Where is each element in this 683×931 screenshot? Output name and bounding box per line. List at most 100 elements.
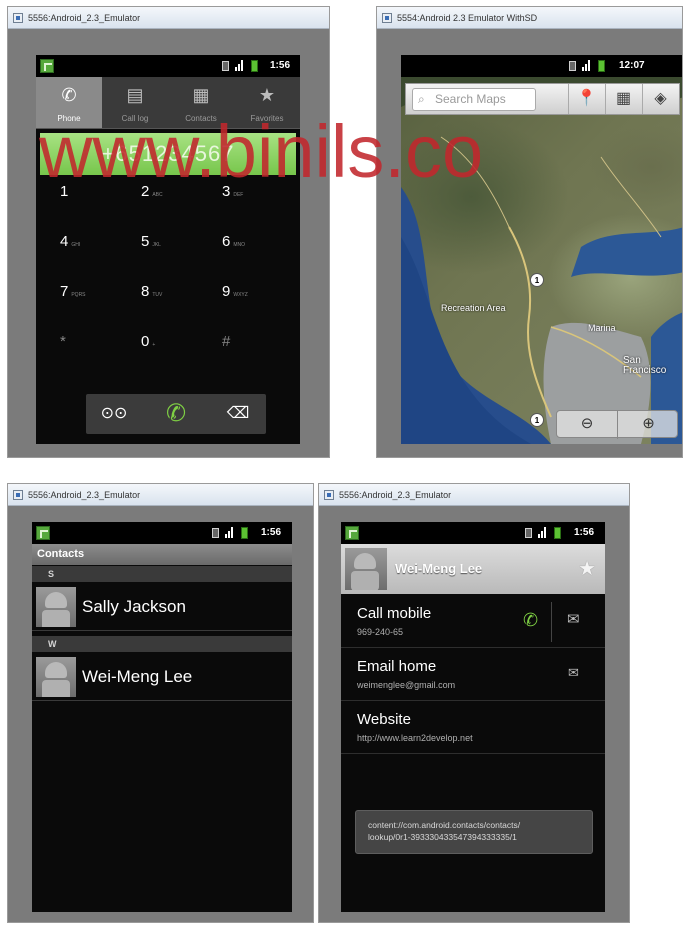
search-maps-field[interactable]: ⌕ Search Maps [412,88,536,111]
contact-row-sally-jackson[interactable]: Sally Jackson [32,583,292,631]
key-digit: 8 [141,283,150,300]
status-time: 1:56 [261,527,282,538]
call-mobile-row[interactable]: Call mobile 969-240-65 ✆ ✉ [341,596,605,648]
key-5[interactable]: 5 JKL [141,233,221,275]
dial-action-bar: ⊙⊙ ✆ ⌫ [86,394,266,434]
map-label-san-francisco: San Francisco [623,355,667,376]
key-hash[interactable]: # [222,333,300,375]
call-icon: ✆ [165,400,187,427]
window-icon [324,490,334,500]
sim-icon [222,61,229,71]
call-log-icon: ▤ [126,85,144,105]
window-title-bar[interactable]: 5556:Android_2.3_Emulator [8,7,329,29]
key-letters: MNO [233,242,246,248]
key-star[interactable]: * [60,333,140,375]
layers-button[interactable]: ▦ [605,84,641,114]
key-digit: 6 [222,233,231,250]
window-title-bar[interactable]: 5556:Android_2.3_Emulator [8,484,313,506]
key-9[interactable]: 9 WXYZ [222,283,300,325]
contact-header: Wei-Meng Lee ★ [341,544,605,594]
contact-row-wei-meng-lee[interactable]: Wei-Meng Lee [32,653,292,701]
status-bar: 12:07 [401,55,682,77]
row-title: Call mobile [357,605,432,622]
call-button[interactable]: ✆ [148,394,204,434]
voicemail-icon: ⊙⊙ [100,405,128,422]
highway-shield: 1 [530,273,544,287]
status-bar: 1:56 [36,55,300,77]
my-location-button[interactable]: 📍 [568,84,604,114]
star-icon: ★ [258,85,276,105]
key-digit: 5 [141,233,150,250]
key-7[interactable]: 7 PQRS [60,283,140,325]
backspace-button[interactable]: ⌫ [210,394,266,434]
search-icon: ⌕ [418,92,425,106]
notification-app-icon [36,526,50,540]
window-title: 5554:Android 2.3 Emulator WithSD [397,13,538,23]
device-screen: 1:56 Contacts S Sally Jackson W Wei-Meng… [32,522,292,912]
window-title-bar[interactable]: 5556:Android_2.3_Emulator [319,484,629,506]
key-letters: PQRS [71,292,86,298]
zoom-out-button[interactable]: ⊖ [557,411,618,439]
key-digit: 9 [222,283,231,300]
message-icon[interactable]: ✉ [567,610,580,628]
voicemail-button[interactable]: ⊙⊙ [86,394,142,434]
contact-name: Sally Jackson [82,597,186,616]
key-4[interactable]: 4 GHI [60,233,140,275]
sim-icon [569,61,576,71]
key-letters: + [152,342,156,348]
phone-icon: ✆ [61,85,77,105]
key-digit: 0 [141,333,150,350]
key-digit: # [222,333,231,350]
key-6[interactable]: 6 MNO [222,233,300,275]
status-time: 1:56 [270,60,291,71]
section-header-s: S [32,566,292,582]
email-home-row[interactable]: Email home weimenglee@gmail.com ✉ [341,649,605,701]
sim-icon [212,528,219,538]
zoom-in-button[interactable]: ⊕ [618,411,679,439]
map-label-recreation-area: Recreation Area [441,303,506,313]
layers-icon: ▦ [615,90,632,107]
key-0[interactable]: 0 + [141,333,221,375]
divider [551,602,552,642]
website-row[interactable]: Website http://www.learn2develop.net [341,702,605,754]
contact-uri-toast: content://com.android.contacts/contacts/… [355,810,593,854]
key-digit: 4 [60,233,69,250]
window-title: 5556:Android_2.3_Emulator [339,490,452,500]
backspace-icon: ⌫ [226,405,250,422]
signal-icon [235,60,245,71]
avatar [36,587,76,627]
battery-icon [251,60,258,72]
contact-name: Wei-Meng Lee [395,561,483,576]
key-letters: JKL [152,242,161,248]
compass-button[interactable]: ◈ [642,84,678,114]
emulator-window-dialer: 5556:Android_2.3_Emulator 1:56 ✆ Phone ▤… [7,6,330,458]
signal-icon [538,527,548,538]
key-letters: WXYZ [233,292,248,298]
status-bar: 1:56 [32,522,292,544]
key-8[interactable]: 8 TUV [141,283,221,325]
contact-photo [345,548,387,590]
contact-name: Wei-Meng Lee [82,667,193,686]
key-digit: 7 [60,283,69,300]
emulator-window-contacts: 5556:Android_2.3_Emulator 1:56 Contacts … [7,483,314,923]
location-pin-icon: 📍 [576,90,597,107]
window-title-bar[interactable]: 5554:Android 2.3 Emulator WithSD [377,7,682,29]
compass-icon: ◈ [654,90,667,107]
app-title: Contacts [32,544,292,565]
email-icon[interactable]: ✉ [568,665,579,681]
window-icon [13,490,23,500]
favorite-star-icon[interactable]: ★ [578,556,596,582]
search-placeholder: Search Maps [435,92,506,106]
section-header-w: W [32,636,292,652]
phone-number: 969-240-65 [357,627,404,637]
status-time: 12:07 [619,60,645,71]
key-letters: TUV [152,292,163,298]
zoom-controls: ⊖ ⊕ [556,410,679,439]
battery-icon [241,527,248,539]
contacts-icon: ▦ [192,85,210,105]
call-icon[interactable]: ✆ [523,610,538,631]
signal-icon [582,60,592,71]
map-label-marina: Marina [588,323,616,333]
watermark: www.binils.co [39,110,484,193]
notification-app-icon [345,526,359,540]
